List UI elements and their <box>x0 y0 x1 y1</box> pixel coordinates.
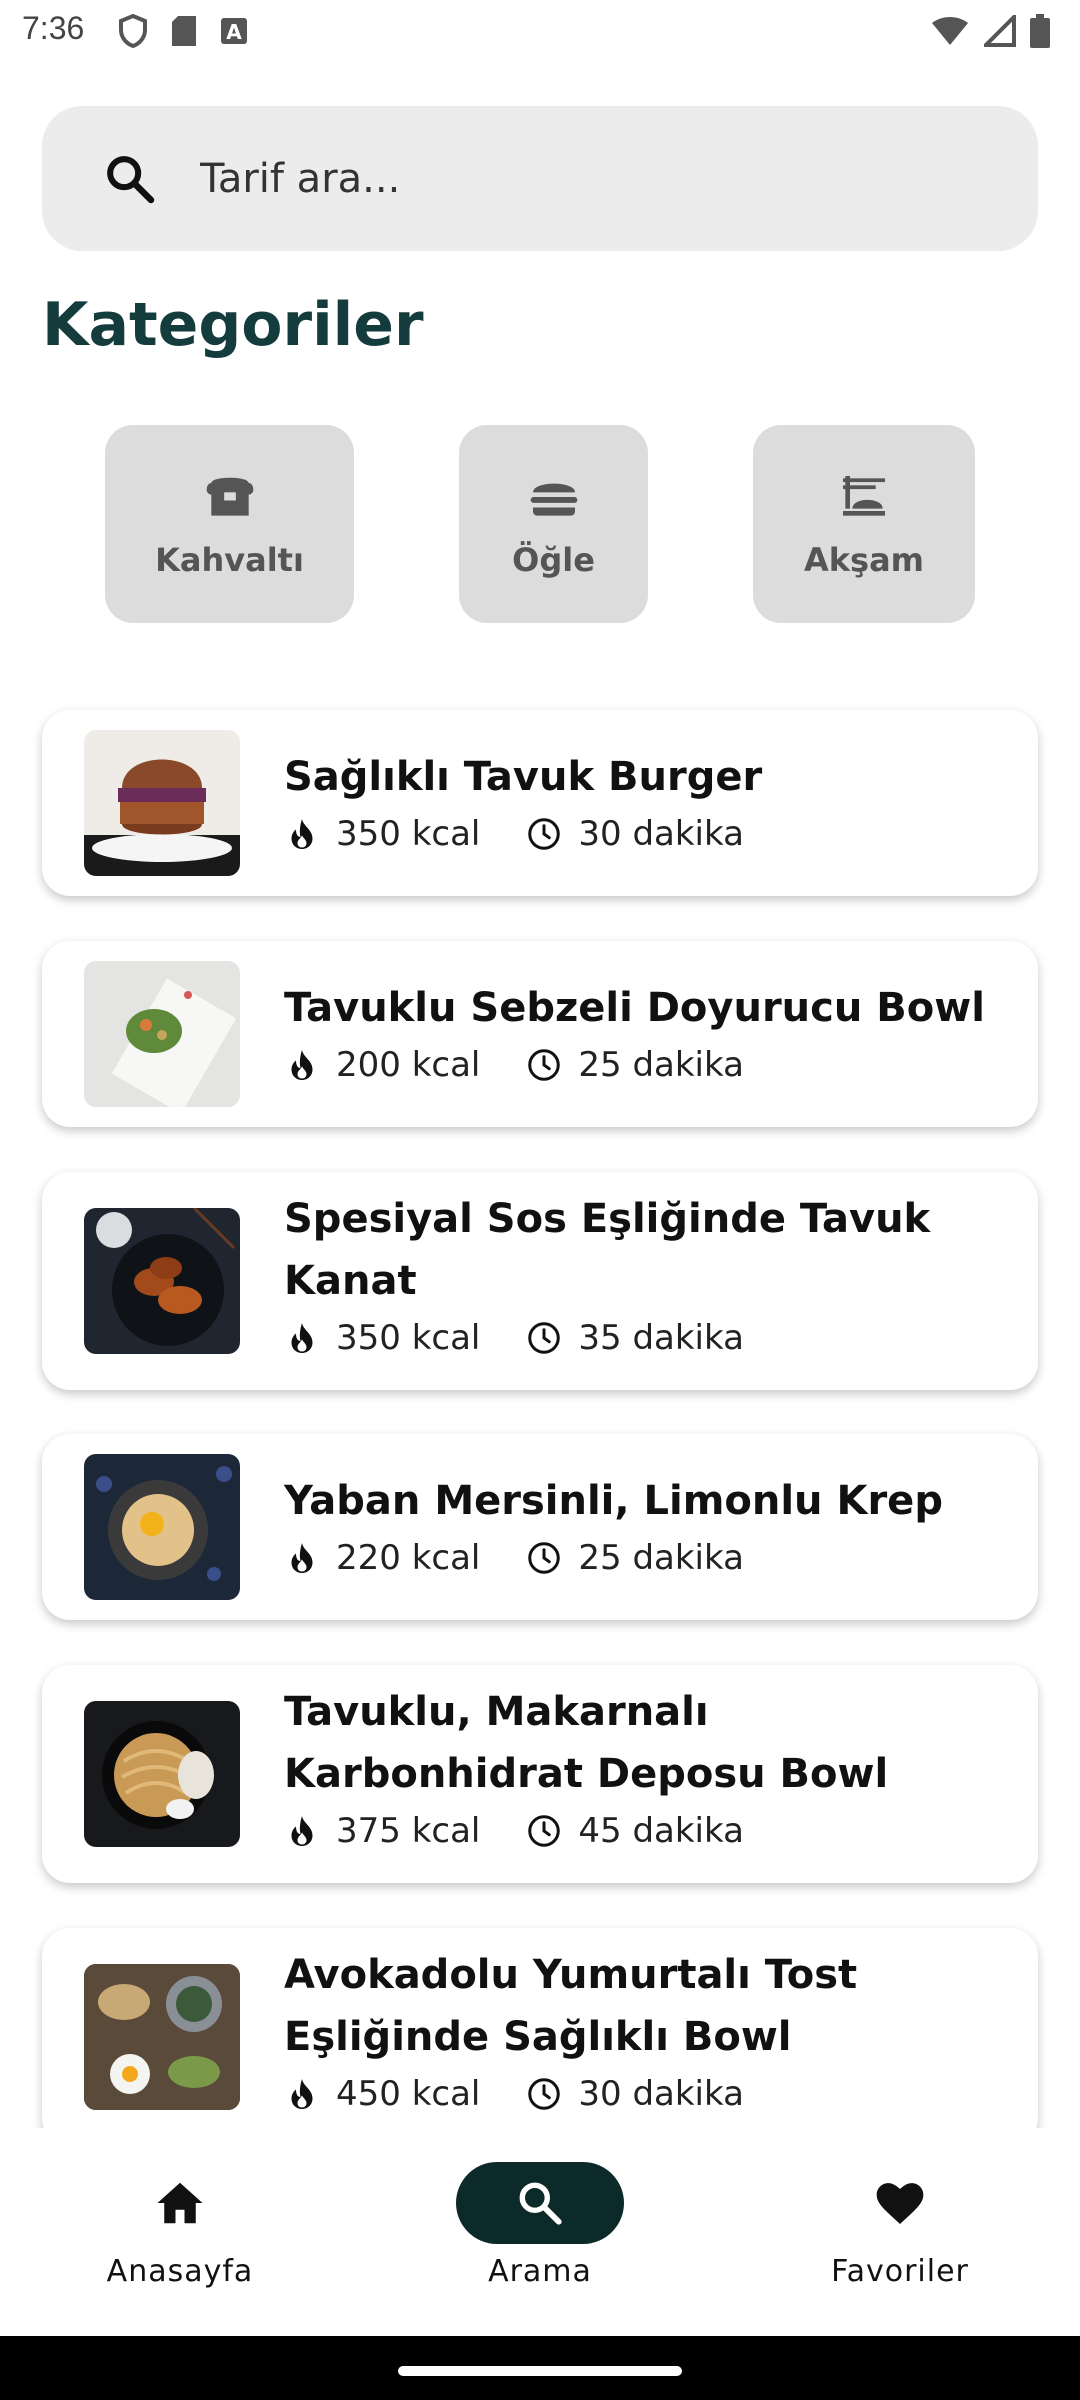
nav-label: Arama <box>488 2254 592 2289</box>
nav-icon-container <box>96 2162 264 2244</box>
recipe-card[interactable]: Spesiyal Sos Eşliğinde Tavuk Kanat 350 k… <box>42 1172 1038 1390</box>
recipe-kcal: 200 kcal <box>336 1045 481 1085</box>
recipe-time: 35 dakika <box>578 1318 744 1358</box>
recipe-time: 25 dakika <box>578 1045 744 1085</box>
wifi-icon <box>932 17 968 45</box>
category-label: Öğle <box>512 541 595 579</box>
category-kahvalti[interactable]: Kahvaltı <box>105 425 354 623</box>
search-bar[interactable] <box>42 106 1038 251</box>
clock-icon <box>528 1815 561 1847</box>
clock-icon <box>528 1322 561 1354</box>
recipe-title: Tavuklu Sebzeli Doyurucu Bowl <box>284 985 985 1031</box>
recipe-meta: 350 kcal 30 dakika <box>284 814 744 854</box>
category-ogle[interactable]: Öğle <box>459 425 648 623</box>
recipe-title: Spesiyal Sos Eşliğinde Tavuk Kanat <box>284 1196 931 1304</box>
recipe-card[interactable]: Tavuklu Sebzeli Doyurucu Bowl 200 kcal 2… <box>42 941 1038 1127</box>
sd-card-icon <box>172 16 196 46</box>
clock-icon <box>528 1542 561 1574</box>
clock-icon <box>528 1049 561 1081</box>
recipe-kcal: 350 kcal <box>336 814 481 854</box>
fire-icon <box>291 1323 313 1353</box>
recipe-kcal: 350 kcal <box>336 1318 481 1358</box>
home-gesture-handle[interactable] <box>398 2366 682 2376</box>
fire-icon <box>291 1050 313 1080</box>
recipe-card[interactable]: Tavuklu, Makarnalı Karbonhidrat Deposu B… <box>42 1665 1038 1883</box>
bread-icon <box>206 477 253 516</box>
status-time: 7:36 <box>22 10 85 46</box>
recipe-image <box>84 961 240 1107</box>
recipe-meta: 220 kcal 25 dakika <box>284 1538 744 1578</box>
nav-anasayfa[interactable]: Anasayfa <box>96 2162 264 2289</box>
fire-icon <box>291 1543 313 1573</box>
search-icon <box>107 155 155 203</box>
recipe-card[interactable]: Yaban Mersinli, Limonlu Krep 220 kcal 25… <box>42 1434 1038 1620</box>
recipe-card[interactable]: Sağlıklı Tavuk Burger 350 kcal 30 dakika <box>42 710 1038 896</box>
a-icon: A <box>221 18 247 44</box>
recipe-image <box>84 1208 240 1354</box>
nav-label: Anasayfa <box>106 2254 254 2289</box>
nav-icon-container <box>456 2162 624 2244</box>
clock-icon <box>528 818 561 850</box>
recipe-kcal: 375 kcal <box>336 1811 481 1851</box>
recipe-time: 30 dakika <box>578 814 744 854</box>
nav-favoriler[interactable]: Favoriler <box>816 2162 984 2289</box>
recipe-title: Avokadolu Yumurtalı Tost Eşliğinde Sağlı… <box>284 1952 858 2060</box>
recipe-image <box>84 730 240 876</box>
battery-icon <box>1030 14 1050 48</box>
home-icon <box>157 2182 203 2224</box>
recipe-kcal: 450 kcal <box>336 2074 481 2114</box>
recipe-image <box>84 1701 240 1847</box>
category-aksam[interactable]: Akşam <box>753 425 975 623</box>
recipe-meta: 450 kcal 30 dakika <box>284 2074 744 2114</box>
recipe-title: Sağlıklı Tavuk Burger <box>284 754 763 800</box>
search-input[interactable] <box>200 155 900 202</box>
svg-text:A: A <box>226 20 242 44</box>
recipe-meta: 375 kcal 45 dakika <box>284 1811 744 1851</box>
recipe-meta: 200 kcal 25 dakika <box>284 1045 744 1085</box>
recipe-meta: 350 kcal 35 dakika <box>284 1318 744 1358</box>
recipe-title: Tavuklu, Makarnalı Karbonhidrat Deposu B… <box>284 1689 889 1797</box>
nav-icon-container <box>816 2162 984 2244</box>
fire-icon <box>291 819 313 849</box>
category-label: Akşam <box>803 541 925 579</box>
clock-icon <box>528 2078 561 2110</box>
status-bar: 7:36 A <box>0 0 1080 64</box>
recipe-kcal: 220 kcal <box>336 1538 481 1578</box>
recipe-title: Yaban Mersinli, Limonlu Krep <box>284 1478 943 1524</box>
bottom-navigation: Anasayfa Arama Favoriler <box>0 2128 1080 2336</box>
search-icon <box>519 2182 562 2225</box>
nav-arama[interactable]: Arama <box>456 2162 624 2289</box>
nav-label: Favoriler <box>831 2254 969 2289</box>
burger-icon <box>530 483 577 516</box>
heart-icon <box>876 2183 924 2224</box>
recipe-image <box>84 1964 240 2110</box>
shield-icon <box>119 14 147 48</box>
recipe-time: 30 dakika <box>578 2074 744 2114</box>
recipe-card[interactable]: Avokadolu Yumurtalı Tost Eşliğinde Sağlı… <box>42 1928 1038 2146</box>
category-label: Kahvaltı <box>155 541 304 579</box>
dinner-icon <box>843 476 885 516</box>
recipe-time: 25 dakika <box>578 1538 744 1578</box>
fire-icon <box>291 1816 313 1846</box>
section-title: Kategoriler <box>42 290 424 360</box>
fire-icon <box>291 2079 313 2109</box>
recipe-image <box>84 1454 240 1600</box>
gesture-bar <box>0 2336 1080 2400</box>
signal-icon <box>984 15 1016 47</box>
recipe-time: 45 dakika <box>578 1811 744 1851</box>
